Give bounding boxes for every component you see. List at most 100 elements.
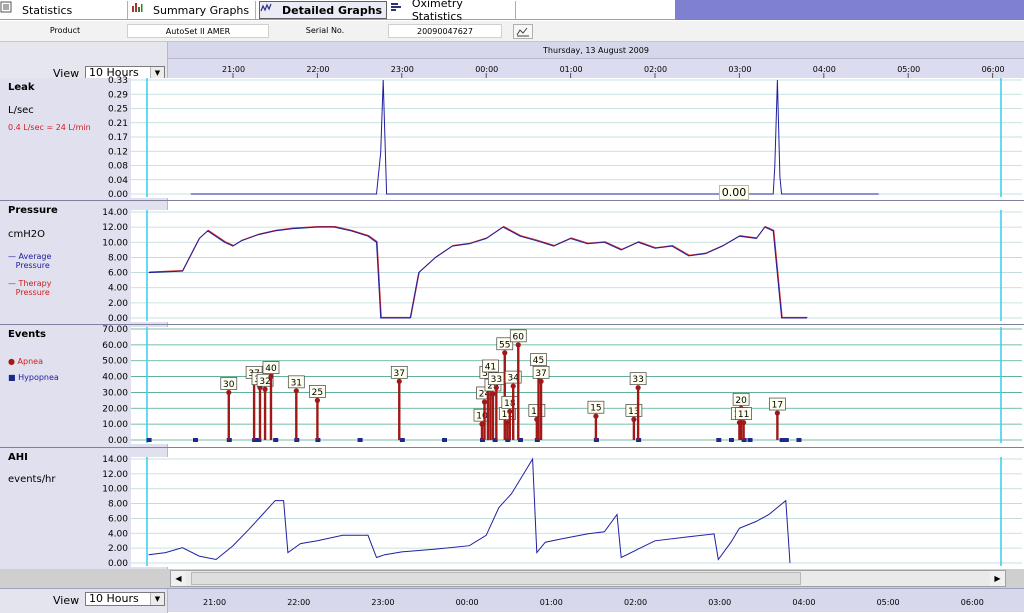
- y-tick-label: 0.17: [108, 133, 128, 143]
- y-tick-label: 8.00: [108, 500, 128, 510]
- scroll-right-button[interactable]: ▶: [990, 571, 1005, 586]
- apnea-head: [293, 388, 299, 394]
- y-tick-label: 30.00: [102, 388, 128, 398]
- leak-cursor-value: 0.00: [719, 185, 749, 200]
- apnea-head: [538, 378, 544, 384]
- apnea-head: [502, 350, 508, 356]
- hypopnea-marker: [399, 438, 405, 442]
- apnea-head: [262, 386, 268, 392]
- hypopnea-marker: [273, 438, 279, 442]
- y-tick-label: 10.00: [102, 238, 128, 248]
- event-label: 15: [590, 404, 601, 414]
- event-label: 10: [476, 412, 488, 422]
- y-tick-label: 70.00: [102, 325, 128, 335]
- apnea-head: [741, 419, 747, 426]
- event-label: 40: [265, 364, 277, 374]
- apnea-head: [226, 389, 232, 396]
- event-label: 25: [312, 388, 323, 398]
- scrollbar-thumb[interactable]: [191, 572, 801, 585]
- y-tick-label: 10.00: [102, 420, 128, 430]
- event-label: 37: [394, 369, 405, 379]
- apnea-head: [481, 399, 488, 405]
- event-label: 60: [513, 332, 525, 342]
- arrow-right-icon: ▶: [994, 574, 1001, 583]
- apnea-head: [510, 383, 516, 389]
- y-tick-label: 20.00: [102, 404, 128, 414]
- bottom-view-select[interactable]: 10 Hours ▼: [85, 592, 165, 606]
- bottom-view-select-value: 10 Hours: [89, 592, 139, 605]
- charts-canvas: 0.33 0.29 0.25 0.21 0.17 0.12 0.08 0.04 0.00 14.0…: [102, 73, 1022, 569]
- event-label: 41: [485, 362, 496, 372]
- timeline-scrollbar[interactable]: ◀ ▶: [0, 569, 1024, 588]
- y-tick-label: 14.00: [102, 208, 128, 218]
- apnea-head: [631, 416, 637, 422]
- y-tick-label: 6.00: [108, 514, 128, 524]
- hypopnea-marker: [193, 438, 199, 442]
- hypopnea-marker: [783, 438, 789, 442]
- apnea-head: [593, 413, 599, 419]
- hypopnea-marker: [716, 438, 722, 442]
- y-tick-label: 12.00: [102, 470, 128, 480]
- bottom-bar: View 10 Hours ▼ 21:00 22:00 23:00 00:00 01:0…: [0, 588, 1024, 613]
- apnea-head: [515, 342, 521, 348]
- time-tick-label: 06:00: [960, 598, 984, 607]
- y-tick-label: 4.00: [108, 284, 128, 294]
- y-tick-label: 0.00: [108, 314, 128, 324]
- y-tick-label: 0.04: [108, 176, 128, 186]
- event-label: 30: [223, 380, 235, 390]
- time-tick-label: 21:00: [203, 598, 227, 607]
- apnea-head: [268, 373, 274, 380]
- apnea-head: [490, 391, 496, 397]
- y-tick-label: 0.08: [108, 162, 128, 172]
- hypopnea-marker: [728, 438, 734, 442]
- y-tick-label: 6.00: [108, 269, 128, 279]
- chevron-down-icon: ▼: [150, 593, 164, 605]
- apnea-head: [396, 378, 402, 384]
- time-tick-label: 02:00: [624, 598, 648, 607]
- y-tick-label: 0.25: [108, 105, 128, 115]
- event-label: 20: [735, 396, 747, 406]
- time-tick-label: 03:00: [708, 598, 732, 607]
- y-tick-label: 2.00: [108, 544, 128, 554]
- y-tick-label: 40.00: [102, 373, 128, 383]
- hypopnea-marker: [796, 438, 802, 442]
- time-tick-label: 05:00: [876, 598, 900, 607]
- y-tick-label: 2.00: [108, 299, 128, 309]
- apnea-head: [774, 410, 780, 416]
- y-tick-label: 0.00: [108, 559, 128, 569]
- event-label: 37: [535, 369, 546, 379]
- time-tick-label: 04:00: [792, 598, 816, 607]
- y-tick-label: 0.12: [108, 147, 128, 157]
- time-tick-label: 23:00: [371, 598, 395, 607]
- apnea-head: [507, 408, 513, 415]
- y-tick-label: 50.00: [102, 357, 128, 367]
- y-tick-label: 0.29: [108, 90, 128, 100]
- y-tick-label: 8.00: [108, 253, 128, 263]
- time-tick-label: 01:00: [539, 598, 563, 607]
- apnea-head: [635, 385, 641, 391]
- event-label: 33: [632, 375, 643, 385]
- scrollbar-track[interactable]: ◀ ▶: [170, 570, 1006, 587]
- event-label: 45: [533, 356, 544, 366]
- apnea-head: [493, 385, 499, 391]
- y-tick-label: 60.00: [102, 341, 128, 351]
- y-tick-label: 12.00: [102, 223, 128, 233]
- y-tick-label: 4.00: [108, 529, 128, 539]
- hypopnea-marker: [146, 438, 152, 442]
- hypopnea-marker: [357, 438, 363, 442]
- apnea-head: [314, 397, 320, 403]
- scroll-left-button[interactable]: ◀: [171, 571, 186, 586]
- y-tick-label: 0.00: [108, 436, 128, 446]
- event-label: 17: [772, 401, 783, 411]
- hypopnea-marker: [442, 438, 447, 442]
- y-tick-label: 0.33: [108, 76, 128, 86]
- event-label: 55: [499, 340, 510, 350]
- hypopnea-marker: [747, 438, 753, 442]
- event-label: 31: [291, 378, 302, 388]
- y-tick-label: 0.00: [108, 190, 128, 200]
- time-tick-label: 00:00: [455, 598, 479, 607]
- event-label: 11: [738, 410, 749, 420]
- time-tick-label: 22:00: [287, 598, 311, 607]
- arrow-left-icon: ◀: [175, 574, 182, 583]
- bottom-left-pane: View 10 Hours ▼: [0, 589, 168, 613]
